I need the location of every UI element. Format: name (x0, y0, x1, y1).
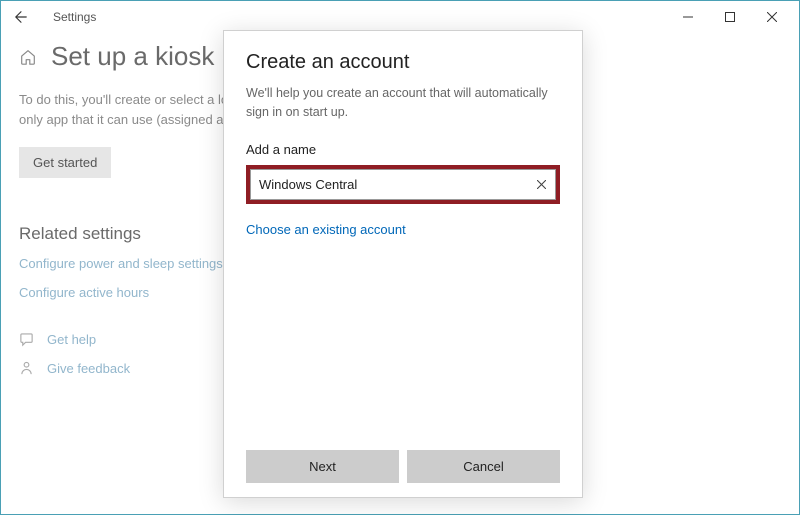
titlebar: Settings (1, 1, 799, 33)
name-input-highlight (246, 165, 560, 204)
back-button[interactable] (7, 3, 35, 31)
page-title: Set up a kiosk (51, 41, 214, 72)
arrow-left-icon (14, 10, 28, 24)
choose-existing-account-link[interactable]: Choose an existing account (246, 222, 560, 237)
home-icon[interactable] (19, 48, 37, 66)
window-title: Settings (53, 10, 96, 24)
name-field-label: Add a name (246, 142, 560, 157)
help-icon (19, 332, 35, 347)
dialog-buttons: Next Cancel (246, 450, 560, 483)
window-controls (667, 3, 793, 31)
name-input[interactable] (250, 169, 528, 200)
dialog-title: Create an account (246, 51, 560, 74)
create-account-dialog: Create an account We'll help you create … (223, 30, 583, 498)
feedback-icon (19, 361, 35, 376)
dialog-subtitle: We'll help you create an account that wi… (246, 84, 560, 122)
minimize-button[interactable] (667, 3, 709, 31)
link-feedback-label: Give feedback (47, 361, 130, 376)
cancel-button[interactable]: Cancel (407, 450, 560, 483)
x-icon (537, 180, 546, 189)
maximize-icon (725, 12, 735, 22)
minimize-icon (683, 12, 693, 22)
next-button[interactable]: Next (246, 450, 399, 483)
maximize-button[interactable] (709, 3, 751, 31)
close-icon (767, 12, 777, 22)
get-started-button[interactable]: Get started (19, 147, 111, 178)
clear-input-button[interactable] (528, 169, 556, 200)
close-button[interactable] (751, 3, 793, 31)
link-get-help-label: Get help (47, 332, 96, 347)
